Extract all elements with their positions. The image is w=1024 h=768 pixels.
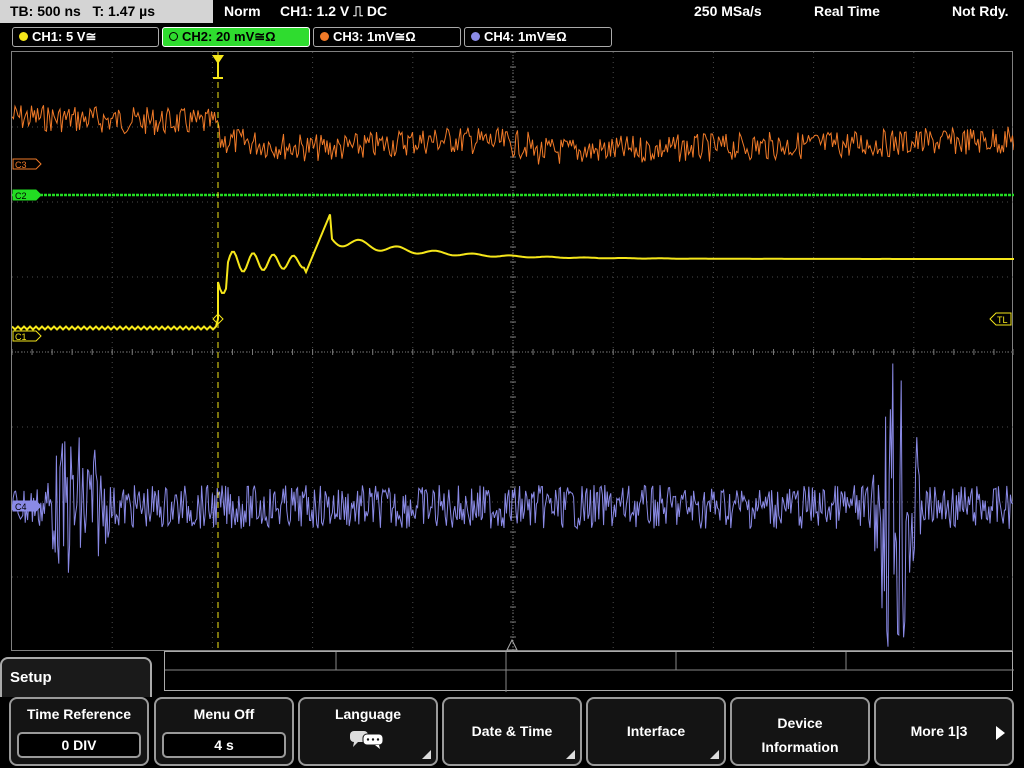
- submenu-corner-icon: [422, 750, 431, 759]
- tab-ch4[interactable]: CH4: 1mV≅Ω: [464, 27, 612, 47]
- menu-off-label: Menu Off: [193, 706, 255, 722]
- device-information-button[interactable]: Device Information: [730, 697, 870, 766]
- menu-title: Setup: [10, 669, 52, 686]
- ch3-offset-marker[interactable]: C3: [12, 158, 42, 170]
- menu-off-value: 4 s: [162, 732, 286, 758]
- menu-ruler: [164, 651, 1014, 692]
- graticule: [12, 52, 1014, 652]
- tab-ch1[interactable]: CH1: 5 V≅: [12, 27, 159, 47]
- language-label: Language: [334, 706, 402, 722]
- trigger-info-label[interactable]: CH1: 1.2 V ⎍ DC: [280, 0, 387, 23]
- menu-off-button[interactable]: Menu Off 4 s: [154, 697, 294, 766]
- menu-title-tab: Setup: [0, 657, 152, 697]
- tab-ch2[interactable]: CH2: 20 mV≅Ω: [162, 27, 310, 47]
- waveform-canvas: C3 C2 C1 C4 TL: [12, 52, 1014, 652]
- device-information-label: Device Information: [761, 715, 839, 755]
- waveform-display[interactable]: C3 C2 C1 C4 TL: [11, 51, 1014, 652]
- ch2-marker-label: C2: [15, 191, 27, 201]
- ch3-marker-label: C3: [15, 160, 27, 170]
- acq-mode-label[interactable]: Norm: [224, 0, 261, 23]
- trigger-position-marker-icon[interactable]: [212, 55, 224, 79]
- timebase-readout[interactable]: TB: 500 ns T: 1.47 µs: [0, 0, 213, 23]
- ch1-offset-marker[interactable]: C1: [12, 330, 42, 342]
- sample-rate-label: 250 MSa/s: [694, 3, 762, 19]
- time-reference-icon: [506, 638, 518, 651]
- right-arrow-icon: [996, 726, 1005, 740]
- ch3-dot-icon: [320, 32, 329, 42]
- tab-ch2-label: CH2: 20 mV≅Ω: [182, 29, 276, 44]
- ch4-offset-marker[interactable]: C4: [12, 500, 42, 512]
- time-reference-button[interactable]: Time Reference 0 DIV: [9, 697, 149, 766]
- trigger-time-label: T: 1.47 µs: [92, 3, 156, 19]
- ch4-marker-label: C4: [15, 502, 27, 512]
- more-button[interactable]: More 1|3: [874, 697, 1014, 766]
- speech-bubble-icon: [350, 731, 384, 749]
- trigger-level-label: TL: [997, 315, 1008, 325]
- more-label: More 1|3: [910, 723, 968, 739]
- ch1-marker-label: C1: [15, 332, 27, 342]
- submenu-corner-icon: [566, 750, 575, 759]
- ch3-trace: [12, 104, 1014, 165]
- timebase-label: TB: 500 ns: [10, 3, 81, 19]
- ch2-dot-icon: [169, 32, 178, 42]
- tab-ch4-label: CH4: 1mV≅Ω: [484, 29, 567, 44]
- interface-button[interactable]: Interface: [586, 697, 726, 766]
- ch4-dot-icon: [471, 32, 480, 42]
- ch1-dot-icon: [19, 32, 28, 42]
- language-button[interactable]: Language: [298, 697, 438, 766]
- date-time-button[interactable]: Date & Time: [442, 697, 582, 766]
- trigger-level-marker[interactable]: TL: [989, 312, 1012, 326]
- acq-state-label: Not Rdy.: [952, 3, 1009, 19]
- interface-label: Interface: [626, 723, 686, 739]
- time-reference-label: Time Reference: [26, 706, 131, 722]
- tab-ch3[interactable]: CH3: 1mV≅Ω: [313, 27, 461, 47]
- time-reference-value: 0 DIV: [17, 732, 141, 758]
- realtime-label: Real Time: [814, 3, 880, 19]
- date-time-label: Date & Time: [471, 723, 553, 739]
- tab-ch1-label: CH1: 5 V≅: [32, 29, 97, 44]
- ch2-offset-marker[interactable]: C2: [12, 189, 42, 201]
- ruler-ticks: [165, 652, 1014, 692]
- ch4-trace: [12, 363, 1014, 647]
- tab-ch3-label: CH3: 1mV≅Ω: [333, 29, 416, 44]
- submenu-corner-icon: [710, 750, 719, 759]
